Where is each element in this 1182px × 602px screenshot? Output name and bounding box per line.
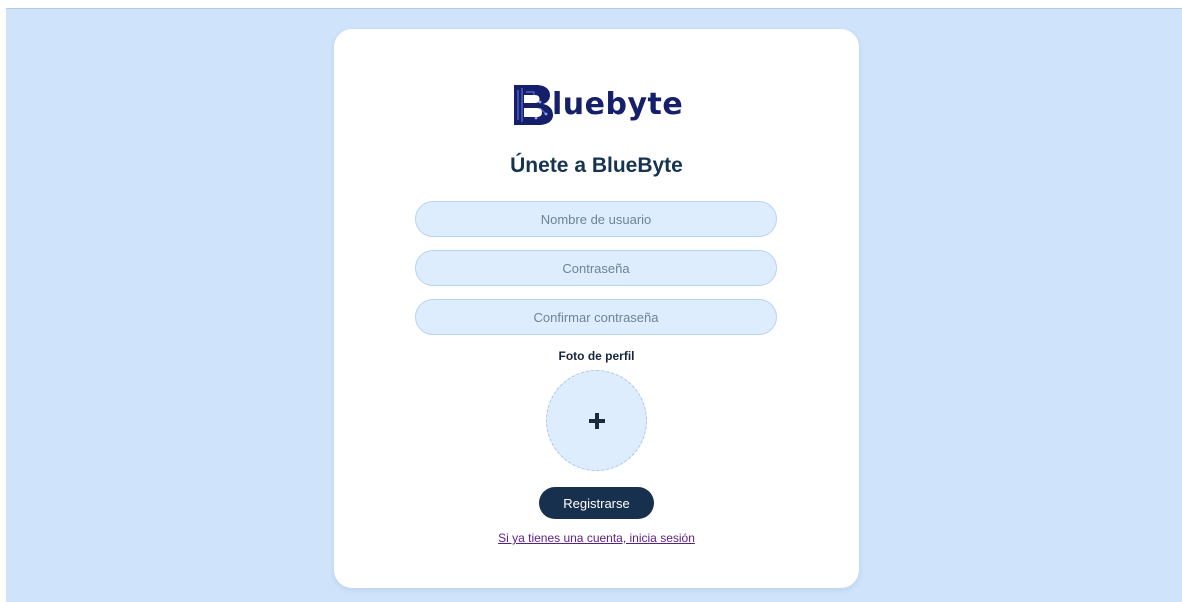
register-card: luebyte Únete a BlueByte Foto de perfil …: [334, 29, 859, 588]
username-input[interactable]: [415, 201, 777, 237]
page-title: Únete a BlueByte: [510, 154, 683, 177]
password-input[interactable]: [415, 250, 777, 286]
bluebyte-logo-icon: [514, 85, 553, 125]
logo-text: luebyte: [552, 87, 684, 122]
register-button[interactable]: Registrarse: [539, 487, 654, 519]
profile-photo-upload[interactable]: [546, 370, 647, 471]
login-link-container: Si ya tienes una cuenta, inicia sesión: [334, 531, 859, 545]
bluebyte-logo: luebyte: [510, 81, 690, 129]
page-background: luebyte Únete a BlueByte Foto de perfil …: [6, 8, 1182, 602]
login-link[interactable]: Si ya tienes una cuenta, inicia sesión: [498, 531, 695, 545]
profile-photo-label: Foto de perfil: [558, 349, 635, 363]
plus-icon: [547, 371, 646, 470]
confirm-password-input[interactable]: [415, 299, 777, 335]
